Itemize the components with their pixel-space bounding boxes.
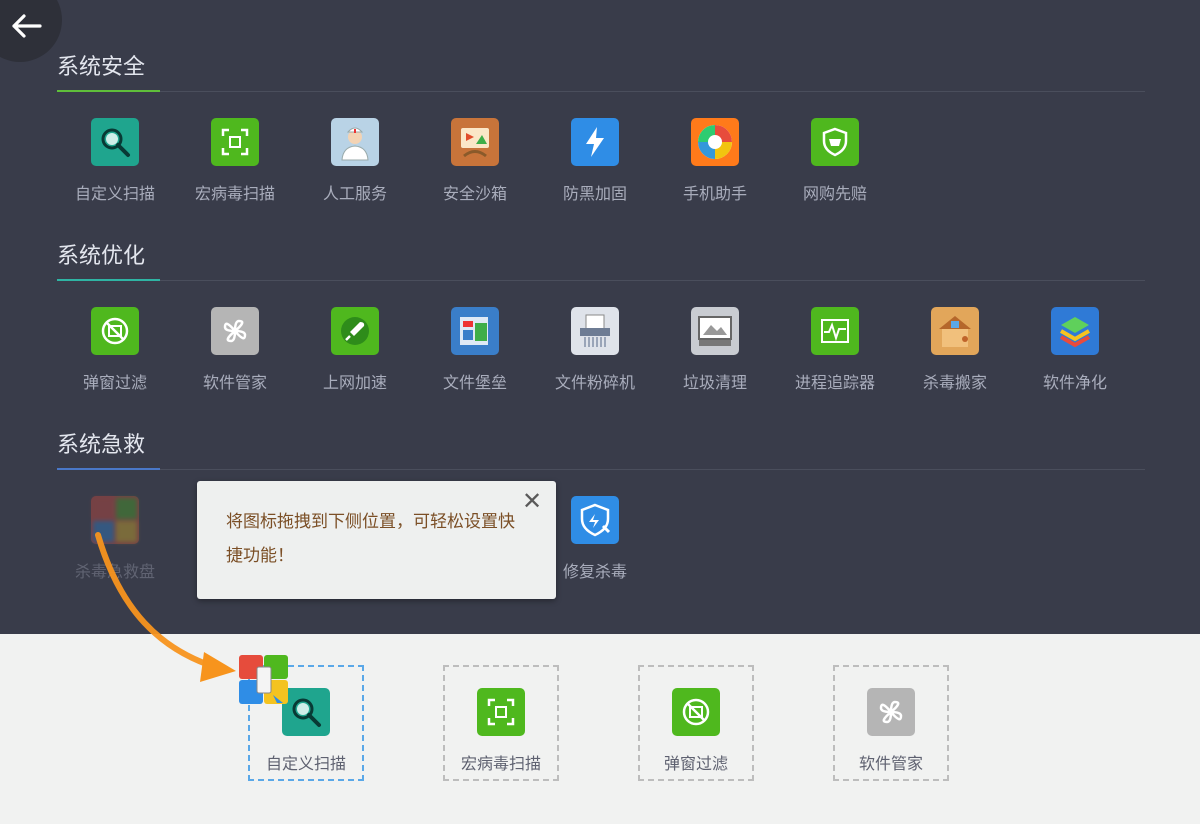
tool-process-tracker[interactable]: 进程追踪器 — [775, 307, 895, 393]
shortcut-slot[interactable]: 弹窗过滤 — [638, 665, 754, 781]
tool-layers-clean[interactable]: 软件净化 — [1015, 307, 1135, 393]
popup-filter-icon — [672, 688, 720, 736]
phone-assistant-icon — [691, 118, 739, 166]
section-divider — [57, 280, 1145, 281]
tool-sandbox[interactable]: 安全沙箱 — [415, 118, 535, 204]
software-manager-icon — [867, 688, 915, 736]
tool-label: 网购先赔 — [802, 184, 867, 203]
tool-shopping-shield[interactable]: 网购先赔 — [775, 118, 895, 204]
software-manager-icon — [211, 307, 259, 355]
tool-label: 文件粉碎机 — [554, 373, 635, 392]
tools-panel: 系统安全 系统优化 系统急救 自定义扫描 宏病毒扫描 人工服务 安全沙箱 防黑加固 手机助… — [0, 0, 1200, 634]
tool-label: 手机助手 — [682, 184, 747, 203]
tool-rescue-disk[interactable]: 杀毒急救盘 — [55, 496, 175, 582]
tool-macro-scan[interactable]: 宏病毒扫描 — [175, 118, 295, 204]
macro-scan-icon — [211, 118, 259, 166]
shopping-shield-icon — [811, 118, 859, 166]
process-tracker-icon — [811, 307, 859, 355]
tool-rocket[interactable]: 上网加速 — [295, 307, 415, 393]
shortcut-label: 软件管家 — [858, 754, 923, 773]
close-tip-button[interactable]: ✕ — [520, 489, 544, 513]
tool-label: 文件堡垒 — [442, 373, 507, 392]
section-underline — [57, 90, 160, 92]
tool-label: 自定义扫描 — [74, 184, 155, 203]
section-underline — [57, 279, 160, 281]
section-title-security: 系统安全 — [57, 55, 146, 80]
layers-clean-icon — [1051, 307, 1099, 355]
shortcut-drop-area: 自定义扫描 宏病毒扫描 弹窗过滤 软件管家 — [0, 634, 1200, 824]
drag-tip-text: 将图标拖拽到下侧位置，可轻松设置快捷功能！ — [226, 512, 515, 566]
section-divider — [57, 469, 1145, 470]
tool-label: 垃圾清理 — [682, 373, 747, 392]
tool-label: 宏病毒扫描 — [194, 184, 275, 203]
shortcut-slot[interactable]: 软件管家 — [833, 665, 949, 781]
tool-label: 安全沙箱 — [442, 184, 507, 203]
shortcut-label: 自定义扫描 — [265, 754, 346, 773]
tool-label: 防黑加固 — [562, 184, 627, 203]
house-move-icon — [931, 307, 979, 355]
shortcut-label: 弹窗过滤 — [663, 754, 728, 773]
popup-filter-icon — [91, 307, 139, 355]
magnifier-scan-icon — [282, 688, 330, 736]
section-title-rescue: 系统急救 — [57, 433, 146, 458]
tool-label: 杀毒搬家 — [922, 373, 987, 392]
sandbox-icon — [451, 118, 499, 166]
back-arrow-icon — [12, 14, 42, 38]
shortcut-slot[interactable]: 宏病毒扫描 — [443, 665, 559, 781]
section-title-optimize: 系统优化 — [57, 244, 146, 269]
rescue-disk-icon — [91, 496, 139, 544]
rocket-icon — [331, 307, 379, 355]
tool-label: 杀毒急救盘 — [74, 562, 155, 581]
tool-label: 软件管家 — [202, 373, 267, 392]
tool-popup-filter[interactable]: 弹窗过滤 — [55, 307, 175, 393]
tool-magnifier-scan[interactable]: 自定义扫描 — [55, 118, 175, 204]
doctor-service-icon — [331, 118, 379, 166]
dragging-rescue-disk-icon[interactable] — [239, 655, 289, 705]
section-underline — [57, 468, 160, 470]
tool-phone-assistant[interactable]: 手机助手 — [655, 118, 775, 204]
shortcut-label: 宏病毒扫描 — [460, 754, 541, 773]
macro-scan-icon — [477, 688, 525, 736]
shredder-icon — [571, 307, 619, 355]
trash-clean-icon — [691, 307, 739, 355]
tool-doctor-service[interactable]: 人工服务 — [295, 118, 415, 204]
back-button[interactable] — [0, 0, 62, 62]
repair-antivirus-icon — [571, 496, 619, 544]
tool-software-manager[interactable]: 软件管家 — [175, 307, 295, 393]
tool-lightning-shield[interactable]: 防黑加固 — [535, 118, 655, 204]
section-divider — [57, 91, 1145, 92]
tool-shredder[interactable]: 文件粉碎机 — [535, 307, 655, 393]
magnifier-scan-icon — [91, 118, 139, 166]
tool-label: 软件净化 — [1042, 373, 1107, 392]
tool-label: 上网加速 — [322, 373, 387, 392]
tool-file-fortress[interactable]: 文件堡垒 — [415, 307, 535, 393]
tool-label: 进程追踪器 — [794, 373, 875, 392]
tool-trash-clean[interactable]: 垃圾清理 — [655, 307, 775, 393]
tool-label: 弹窗过滤 — [82, 373, 147, 392]
file-fortress-icon — [451, 307, 499, 355]
drag-tip-popup: 将图标拖拽到下侧位置，可轻松设置快捷功能！ ✕ — [197, 481, 556, 599]
tool-label: 人工服务 — [322, 184, 387, 203]
tool-house-move[interactable]: 杀毒搬家 — [895, 307, 1015, 393]
lightning-shield-icon — [571, 118, 619, 166]
